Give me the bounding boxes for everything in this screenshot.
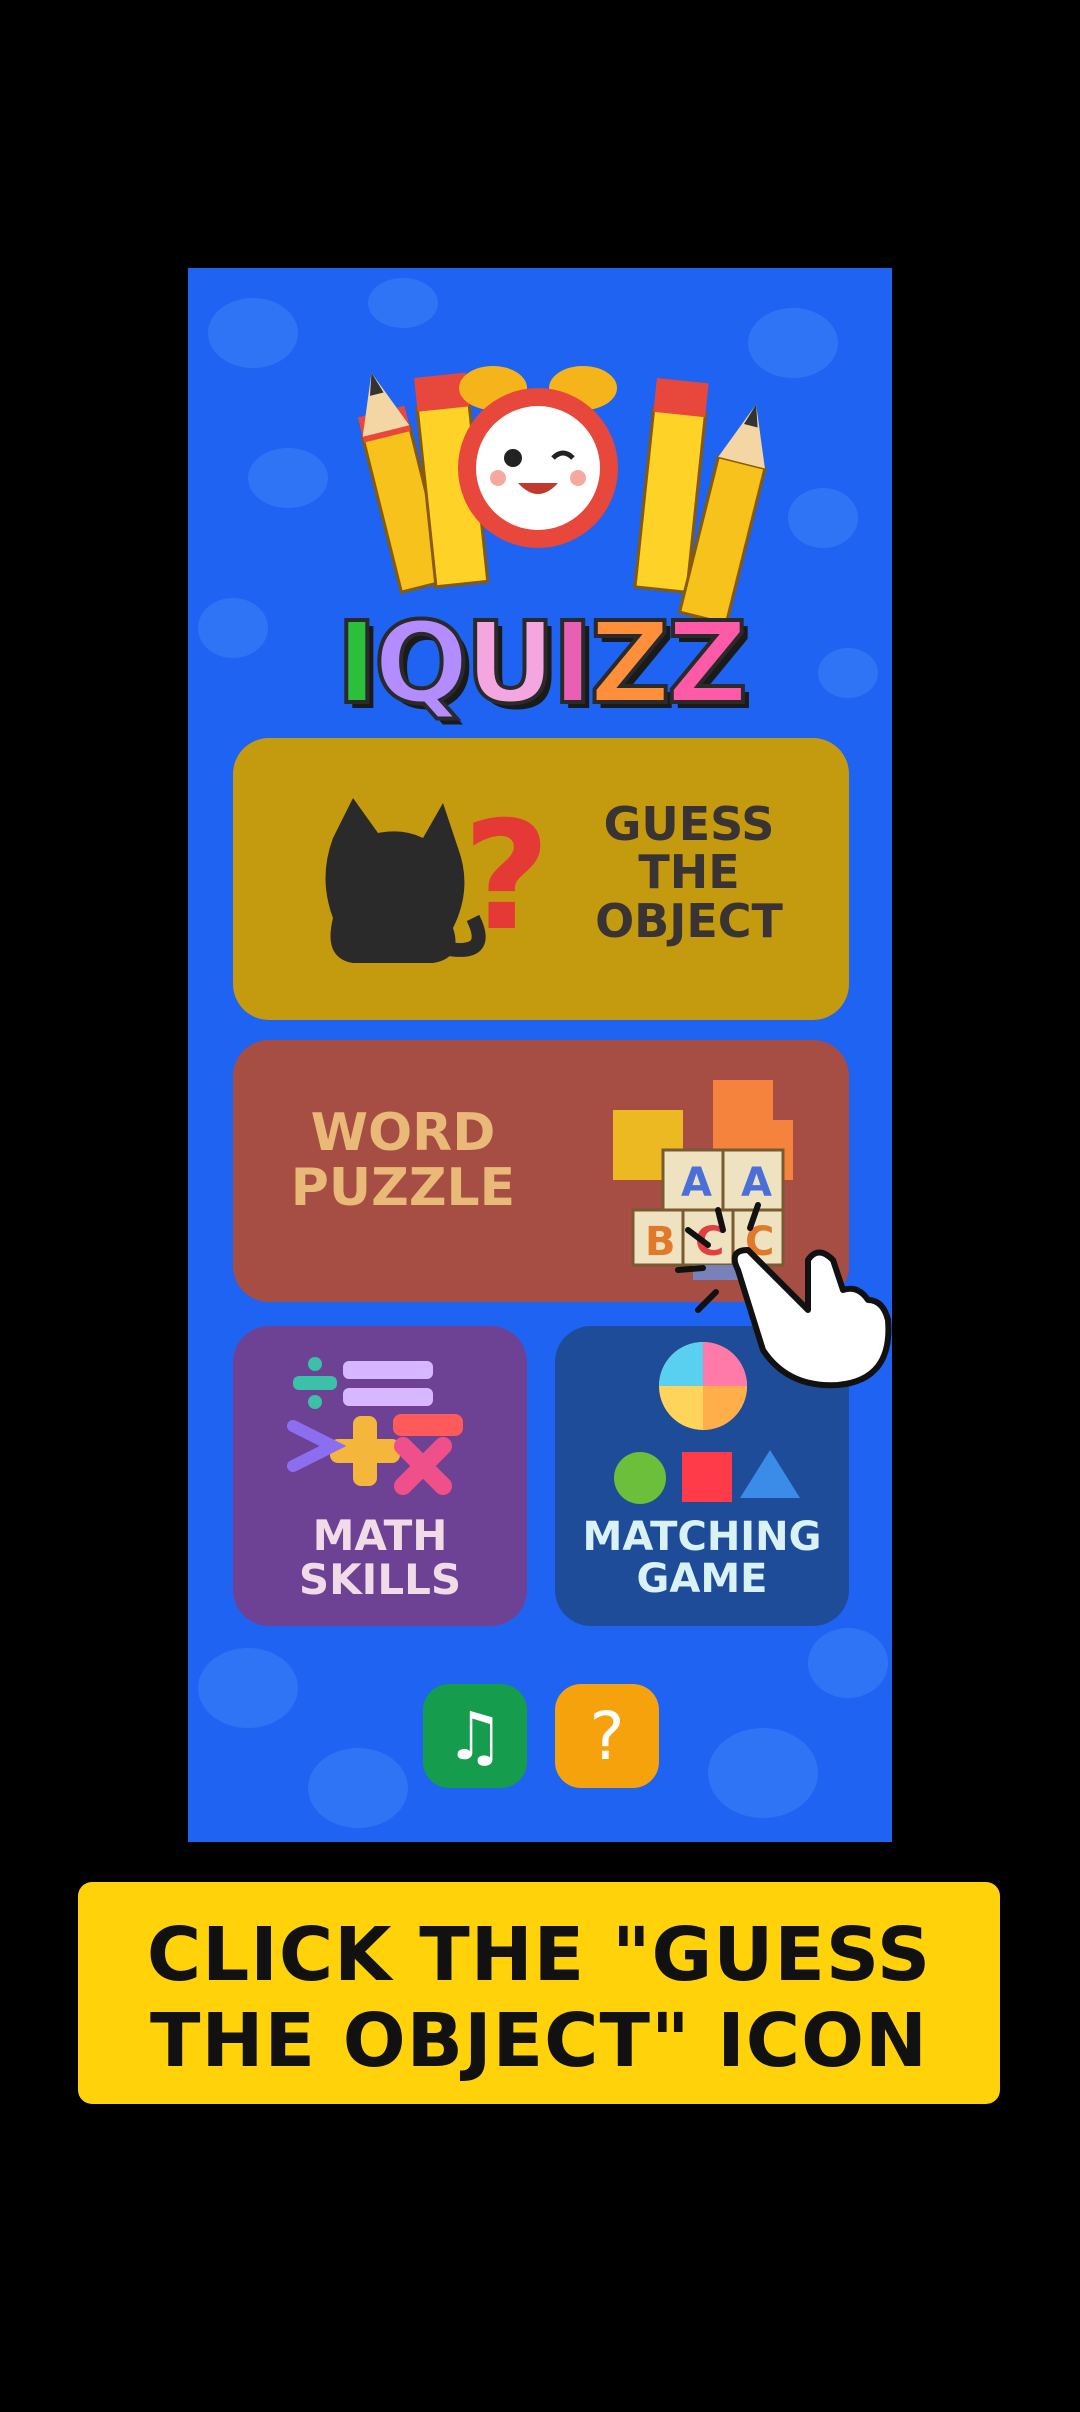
math-skills-label: MATH SKILLS	[233, 1511, 527, 1605]
math-symbols-icon	[287, 1357, 463, 1495]
label-line: GUESS	[603, 797, 775, 851]
logo-letter: U	[463, 599, 558, 729]
label-line: PUZZLE	[290, 1157, 516, 1218]
math-skills-button[interactable]: MATH SKILLS	[233, 1326, 527, 1626]
tap-hand-icon	[675, 1202, 892, 1389]
logo-letter: I	[550, 599, 596, 729]
tutorial-caption: CLICK THE "GUESS THE OBJECT" ICON	[78, 1882, 1000, 2104]
label-line: MATCHING	[582, 1514, 822, 1560]
logo-letter: Q	[372, 599, 471, 729]
caption-line: THE OBJECT" ICON	[150, 1998, 928, 2084]
label-line: THE	[638, 845, 740, 900]
pencils-clock-icon	[357, 366, 767, 626]
music-button[interactable]: ♫	[423, 1684, 527, 1788]
matching-game-label: MATCHING GAME	[555, 1516, 849, 1600]
caption-line: CLICK THE "GUESS	[146, 1912, 932, 1998]
question-icon: ?	[589, 1697, 625, 1775]
logo-letter: Z	[588, 599, 673, 729]
logo-letter: Z	[665, 599, 750, 729]
word-puzzle-label: WORD PUZZLE	[273, 1106, 533, 1215]
guess-the-object-label: GUESS THE OBJECT	[589, 800, 789, 945]
label-line: GAME	[636, 1556, 768, 1602]
svg-text:?: ?	[463, 798, 543, 964]
help-button[interactable]: ?	[555, 1684, 659, 1788]
app-title: IQUIZZ	[188, 606, 892, 722]
label-line: OBJECT	[595, 893, 783, 948]
app-logo: IQUIZZ	[188, 358, 892, 722]
app-screen: IQUIZZ ? GUESS THE OBJECT WORD PUZZLE A …	[188, 268, 892, 1842]
guess-the-object-button[interactable]: ? GUESS THE OBJECT	[233, 738, 849, 1020]
logo-letter: I	[334, 599, 380, 729]
music-note-icon: ♫	[445, 1697, 505, 1775]
label-line: WORD	[310, 1103, 496, 1163]
label-line: SKILLS	[298, 1555, 462, 1605]
cat-question-icon: ?	[325, 798, 543, 964]
label-line: MATH	[312, 1511, 448, 1560]
